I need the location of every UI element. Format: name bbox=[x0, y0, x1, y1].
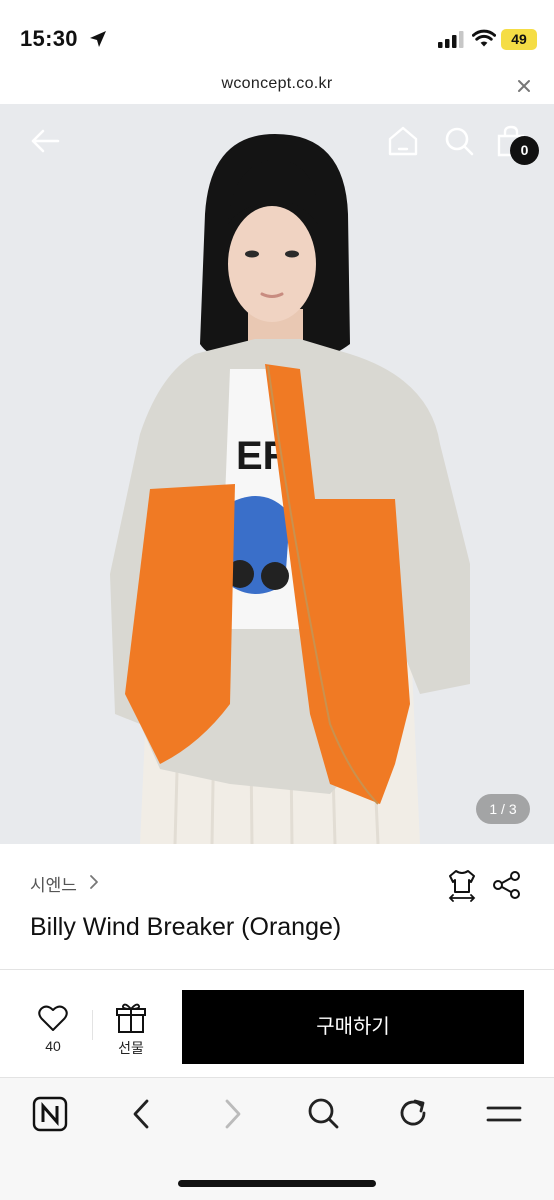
back-icon[interactable] bbox=[128, 1098, 154, 1130]
divider bbox=[92, 1010, 93, 1040]
product-title: Billy Wind Breaker (Orange) bbox=[30, 913, 342, 941]
product-photo: ER bbox=[0, 104, 554, 844]
product-image[interactable]: ER bbox=[0, 104, 554, 844]
chevron-right-icon[interactable] bbox=[88, 874, 100, 890]
home-indicator bbox=[178, 1180, 376, 1187]
status-bar: 15:30 49 bbox=[0, 0, 554, 70]
back-arrow-icon[interactable] bbox=[28, 124, 62, 158]
cart-count-badge[interactable]: 0 bbox=[510, 136, 539, 165]
battery-level: 49 bbox=[511, 31, 527, 47]
signal-bars-icon bbox=[438, 31, 464, 48]
battery-icon: 49 bbox=[501, 29, 537, 50]
location-arrow-icon bbox=[90, 31, 106, 47]
brand-link[interactable]: 시엔느 bbox=[30, 871, 77, 896]
naver-n-icon[interactable] bbox=[32, 1096, 68, 1132]
size-guide-icon[interactable] bbox=[446, 868, 478, 902]
search-icon[interactable] bbox=[442, 124, 476, 158]
like-count: 40 bbox=[45, 1038, 61, 1054]
close-icon[interactable] bbox=[514, 76, 534, 96]
home-icon[interactable] bbox=[386, 124, 420, 158]
reload-icon[interactable] bbox=[396, 1096, 430, 1130]
status-time: 15:30 bbox=[20, 26, 78, 51]
browser-url-bar: wconcept.co.kr bbox=[0, 70, 554, 104]
image-counter: 1 / 3 bbox=[476, 794, 530, 824]
buy-button[interactable]: 구매하기 bbox=[182, 990, 524, 1064]
gift-icon[interactable] bbox=[116, 1002, 146, 1034]
heart-icon[interactable] bbox=[38, 1004, 68, 1032]
url-text[interactable]: wconcept.co.kr bbox=[0, 75, 554, 93]
search-icon[interactable] bbox=[306, 1096, 340, 1130]
gift-label[interactable]: 선물 bbox=[108, 1038, 154, 1058]
share-icon[interactable] bbox=[492, 870, 522, 900]
forward-icon[interactable] bbox=[220, 1098, 246, 1130]
menu-icon[interactable] bbox=[486, 1102, 522, 1126]
divider bbox=[0, 969, 554, 970]
wifi-icon bbox=[472, 29, 496, 47]
